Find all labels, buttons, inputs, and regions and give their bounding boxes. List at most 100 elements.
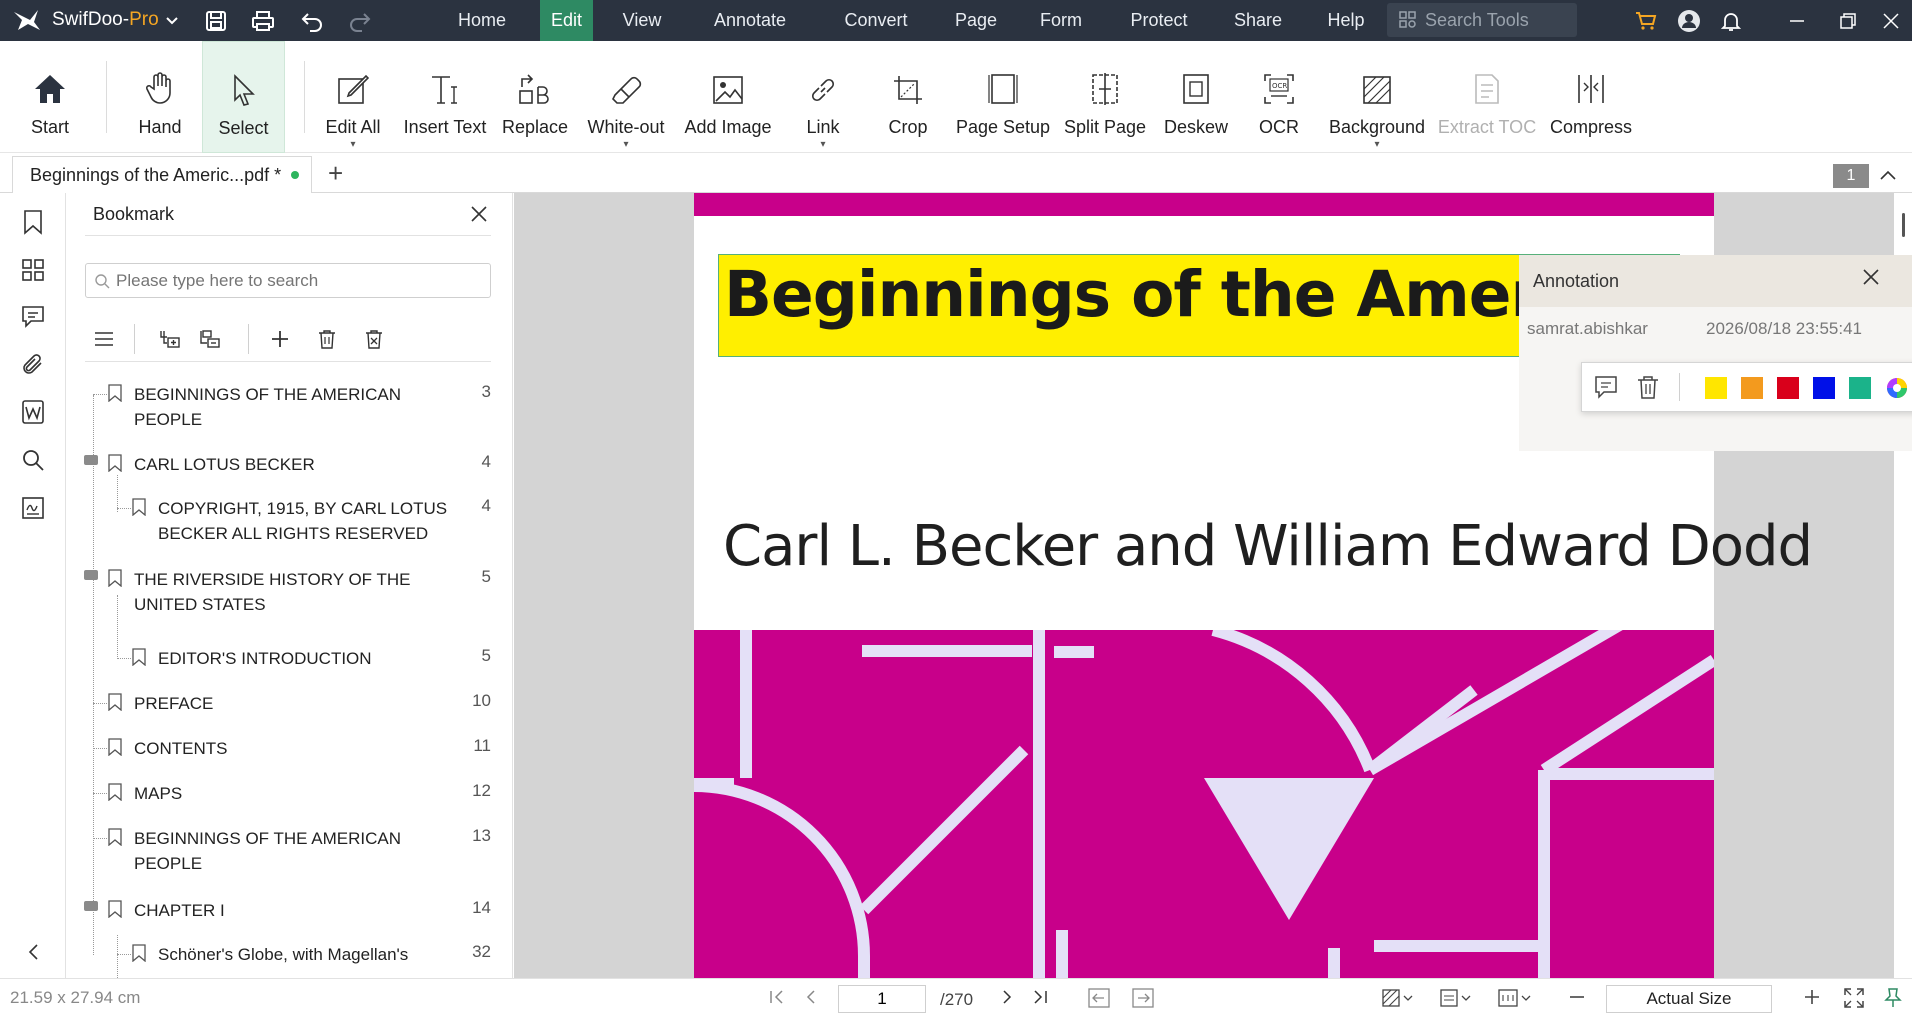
color-swatch-orange[interactable]: [1741, 377, 1763, 399]
collapse-ribbon-chevron-up-icon[interactable]: [1880, 170, 1896, 180]
menu-help[interactable]: Help: [1320, 0, 1372, 41]
user-avatar-icon[interactable]: [1675, 7, 1703, 35]
bookmark-item[interactable]: EDITOR'S INTRODUCTION 5: [67, 644, 513, 684]
bookmark-item[interactable]: PREFACE 10: [67, 689, 513, 729]
forward-view-icon[interactable]: [1132, 988, 1154, 1008]
color-swatch-blue[interactable]: [1813, 377, 1835, 399]
add-image-button[interactable]: Add Image: [680, 41, 776, 153]
search-tools-box[interactable]: Search Tools: [1387, 3, 1577, 37]
delete-annotation-trash-icon[interactable]: [1636, 374, 1660, 400]
minimize-icon[interactable]: [1783, 7, 1811, 35]
deskew-button[interactable]: Deskew: [1160, 41, 1232, 153]
first-page-icon[interactable]: [768, 988, 786, 1006]
bookmark-item[interactable]: Schöner's Globe, with Magellan's 32: [67, 940, 513, 978]
page-setup-button[interactable]: Page Setup: [954, 41, 1052, 153]
current-page-input[interactable]: [838, 985, 926, 1013]
insert-text-button[interactable]: Insert Text: [400, 41, 490, 153]
menu-page[interactable]: Page: [951, 0, 1001, 41]
background-mode-icon[interactable]: [1382, 988, 1414, 1008]
add-comment-icon[interactable]: [1593, 374, 1619, 400]
search-icon[interactable]: [18, 445, 48, 475]
bookmark-search-field[interactable]: [85, 263, 491, 298]
document-tab[interactable]: Beginnings of the Americ...pdf *: [12, 156, 312, 193]
bookmark-item[interactable]: BEGINNINGS OF THE AMERICAN PEOPLE 13: [67, 824, 513, 894]
bookmark-item[interactable]: BEGINNINGS OF THE AMERICAN PEOPLE 3: [67, 380, 513, 450]
extract-toc-button[interactable]: Extract TOC: [1438, 41, 1536, 153]
close-panel-icon[interactable]: [466, 201, 492, 227]
scrollbar-thumb[interactable]: [1902, 213, 1905, 237]
fullscreen-icon[interactable]: [1844, 988, 1864, 1008]
svg-text:OCR: OCR: [1272, 82, 1287, 90]
zoom-out-icon[interactable]: [1568, 988, 1586, 1006]
bookmark-panel-icon[interactable]: [18, 207, 48, 237]
collapse-minus-icon[interactable]: [84, 901, 98, 911]
start-button[interactable]: Start: [20, 41, 80, 153]
signature-icon[interactable]: [18, 493, 48, 523]
select-button[interactable]: Select: [202, 41, 285, 153]
last-page-icon[interactable]: [1031, 988, 1049, 1006]
collapse-panel-chevron-left-icon[interactable]: [18, 937, 48, 967]
menu-list-icon[interactable]: [89, 320, 119, 358]
color-swatch-green[interactable]: [1849, 377, 1871, 399]
cart-icon[interactable]: [1632, 7, 1660, 35]
close-window-icon[interactable]: [1877, 7, 1905, 35]
hand-button[interactable]: Hand: [127, 41, 193, 153]
delete-bookmark-trash-icon[interactable]: [312, 320, 342, 358]
save-icon[interactable]: [202, 7, 230, 35]
zoom-level-select[interactable]: Actual Size: [1606, 985, 1772, 1013]
attachment-icon[interactable]: [18, 349, 48, 379]
edit-all-button[interactable]: Edit All ▾: [318, 41, 388, 153]
bell-icon[interactable]: [1717, 7, 1745, 35]
bookmark-item[interactable]: CHAPTER I 14: [67, 896, 513, 936]
menu-home[interactable]: Home: [444, 0, 520, 41]
bookmark-item[interactable]: THE RIVERSIDE HISTORY OF THE UNITED STATE…: [67, 565, 513, 635]
ocr-button[interactable]: OCR OCR: [1246, 41, 1312, 153]
add-child-bookmark-icon[interactable]: [155, 320, 185, 358]
menu-edit[interactable]: Edit: [540, 0, 593, 41]
next-page-icon[interactable]: [998, 988, 1016, 1006]
collapse-minus-icon[interactable]: [84, 570, 98, 580]
add-sibling-bookmark-icon[interactable]: [195, 320, 225, 358]
link-button[interactable]: Link ▾: [795, 41, 851, 153]
pin-icon[interactable]: [1884, 988, 1902, 1008]
replace-button[interactable]: Replace: [500, 41, 570, 153]
close-annotation-icon[interactable]: [1860, 266, 1882, 288]
bookmark-item[interactable]: CARL LOTUS BECKER 4: [67, 450, 513, 490]
menu-form[interactable]: Form: [1033, 0, 1089, 41]
bookmark-item[interactable]: MAPS 12: [67, 779, 513, 819]
collapse-minus-icon[interactable]: [84, 455, 98, 465]
bookmark-item[interactable]: COPYRIGHT, 1915, BY CARL LOTUS BECKER ALL…: [67, 494, 513, 564]
menu-view[interactable]: View: [612, 0, 672, 41]
comments-icon[interactable]: [18, 301, 48, 331]
compress-button[interactable]: Compress: [1546, 41, 1636, 153]
color-wheel-icon[interactable]: [1885, 376, 1909, 400]
color-swatch-red[interactable]: [1777, 377, 1799, 399]
print-icon[interactable]: [249, 7, 277, 35]
bookmark-search-input[interactable]: [116, 270, 456, 291]
redo-icon[interactable]: [346, 7, 374, 35]
back-view-icon[interactable]: [1088, 988, 1110, 1008]
restore-icon[interactable]: [1834, 7, 1862, 35]
color-swatch-yellow[interactable]: [1705, 377, 1727, 399]
word-convert-icon[interactable]: [18, 397, 48, 427]
add-bookmark-plus-icon[interactable]: [265, 320, 295, 358]
background-button[interactable]: Background ▾: [1328, 41, 1426, 153]
add-tab-button[interactable]: +: [328, 158, 343, 189]
menu-share[interactable]: Share: [1227, 0, 1289, 41]
link-icon: [808, 75, 838, 105]
app-menu-chevron-down-icon[interactable]: [158, 7, 186, 35]
menu-convert[interactable]: Convert: [834, 0, 918, 41]
split-page-button[interactable]: Split Page: [1062, 41, 1148, 153]
crop-button[interactable]: Crop: [880, 41, 936, 153]
menu-annotate[interactable]: Annotate: [706, 0, 794, 41]
white-out-button[interactable]: White-out ▾: [583, 41, 669, 153]
bookmark-item[interactable]: CONTENTS 11: [67, 734, 513, 774]
zoom-in-icon[interactable]: [1803, 988, 1821, 1006]
fit-page-mode-icon[interactable]: [1498, 988, 1532, 1008]
thumbnails-icon[interactable]: [18, 255, 48, 285]
page-display-mode-icon[interactable]: [1440, 988, 1472, 1008]
previous-page-icon[interactable]: [802, 988, 820, 1006]
menu-protect[interactable]: Protect: [1122, 0, 1196, 41]
delete-all-bookmarks-icon[interactable]: [359, 320, 389, 358]
undo-icon[interactable]: [298, 7, 326, 35]
